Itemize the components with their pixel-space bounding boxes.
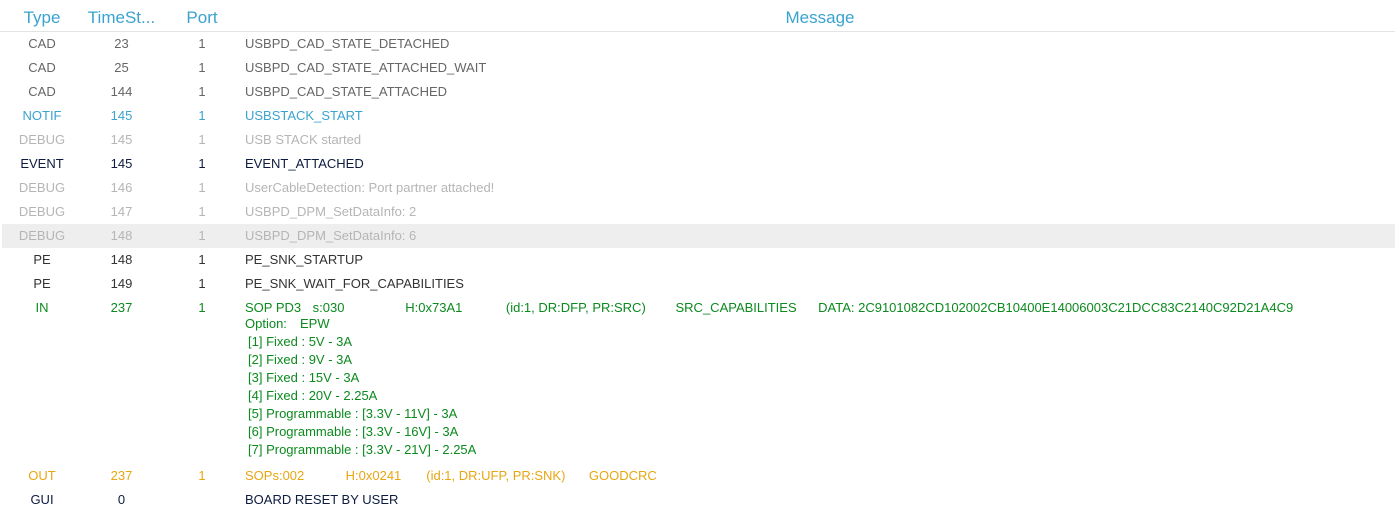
cell-type: DEBUG bbox=[18, 228, 66, 243]
cell-timestamp: 237 bbox=[110, 468, 133, 483]
msg-sop: SOP PD3 bbox=[245, 300, 302, 315]
cell-type: IN bbox=[35, 300, 49, 315]
message-header-line: SOP PD3 s:030 H:0x73A1 (id:1, DR:DFP, PR… bbox=[245, 301, 1293, 315]
cell-message: PE_SNK_STARTUP bbox=[245, 252, 364, 267]
cell-message: BOARD RESET BY USER bbox=[245, 492, 399, 507]
cell-message: SOPs:002 H:0x0241 (id:1, DR:UFP, PR:SNK)… bbox=[245, 469, 657, 483]
cell-type: EVENT bbox=[20, 156, 64, 171]
cell-port: 1 bbox=[198, 156, 206, 171]
cell-type: CAD bbox=[28, 36, 56, 51]
option-line: Option: EPW bbox=[245, 315, 1293, 333]
option-label: Option: bbox=[245, 316, 287, 331]
table-row-selected[interactable]: DEBUG 148 1 USBPD_DPM_SetDataInfo: 6 bbox=[2, 224, 1395, 248]
table-row[interactable]: DEBUG 145 1 USB STACK started bbox=[2, 128, 1395, 152]
table-row[interactable]: DEBUG 146 1 UserCableDetection: Port par… bbox=[2, 176, 1395, 200]
cell-port: 1 bbox=[198, 84, 206, 99]
cell-message: USBSTACK_START bbox=[245, 108, 363, 123]
message-details: Option: EPW [1] Fixed : 5V - 3A [2] Fixed… bbox=[245, 315, 1293, 459]
table-header: Type TimeSt... Port Message bbox=[0, 0, 1395, 32]
cell-type: OUT bbox=[28, 468, 56, 483]
cell-timestamp: 23 bbox=[114, 36, 129, 51]
pdo-item: [6] Programmable : [3.3V - 16V] - 3A bbox=[248, 424, 459, 439]
table-row[interactable]: CAD 23 1 USBPD_CAD_STATE_DETACHED bbox=[2, 32, 1395, 56]
cell-type: DEBUG bbox=[18, 132, 66, 147]
cell-message: USBPD_DPM_SetDataInfo: 2 bbox=[245, 204, 417, 219]
cell-timestamp: 149 bbox=[110, 276, 133, 291]
cell-port: 1 bbox=[198, 300, 206, 315]
cell-port: 1 bbox=[198, 60, 206, 75]
cell-port: 1 bbox=[198, 132, 206, 147]
column-header-type[interactable]: Type bbox=[0, 9, 84, 27]
cell-timestamp: 144 bbox=[110, 84, 133, 99]
log-table-body: CAD 23 1 USBPD_CAD_STATE_DETACHED CAD 25… bbox=[2, 32, 1395, 512]
cell-timestamp: 0 bbox=[117, 492, 126, 507]
table-row[interactable]: PE 149 1 PE_SNK_WAIT_FOR_CAPABILITIES bbox=[2, 272, 1395, 296]
cell-timestamp: 145 bbox=[110, 108, 133, 123]
cell-type: GUI bbox=[30, 492, 54, 507]
pdo-item: [7] Programmable : [3.3V - 21V] - 2.25A bbox=[248, 442, 477, 457]
cell-port: 1 bbox=[198, 228, 206, 243]
msg-type: GOODCRC bbox=[588, 468, 657, 483]
cell-message: USBPD_CAD_STATE_DETACHED bbox=[245, 36, 450, 51]
cell-message: USBPD_CAD_STATE_ATTACHED_WAIT bbox=[245, 60, 487, 75]
cell-message: SOP PD3 s:030 H:0x73A1 (id:1, DR:DFP, PR… bbox=[245, 301, 1293, 459]
cell-timestamp: 146 bbox=[110, 180, 133, 195]
cell-type: CAD bbox=[28, 84, 56, 99]
table-row[interactable]: DEBUG 147 1 USBPD_DPM_SetDataInfo: 2 bbox=[2, 200, 1395, 224]
msg-type: SRC_CAPABILITIES bbox=[675, 300, 797, 315]
pdo-item: [5] Programmable : [3.3V - 11V] - 3A bbox=[248, 406, 458, 421]
cell-message: PE_SNK_WAIT_FOR_CAPABILITIES bbox=[245, 276, 464, 291]
cell-timestamp: 145 bbox=[110, 156, 133, 171]
table-row[interactable]: CAD 25 1 USBPD_CAD_STATE_ATTACHED_WAIT bbox=[2, 56, 1395, 80]
msg-roles: (id:1, DR:DFP, PR:SRC) bbox=[505, 300, 646, 315]
cell-timestamp: 237 bbox=[110, 300, 133, 315]
cell-timestamp: 148 bbox=[110, 228, 133, 243]
cell-port: 1 bbox=[198, 36, 206, 51]
pdo-item: [3] Fixed : 15V - 3A bbox=[248, 370, 360, 385]
cell-message: EVENT_ATTACHED bbox=[245, 156, 364, 171]
table-row[interactable]: CAD 144 1 USBPD_CAD_STATE_ATTACHED bbox=[2, 80, 1395, 104]
cell-timestamp: 145 bbox=[110, 132, 133, 147]
cell-type: DEBUG bbox=[18, 180, 66, 195]
msg-sequence: s:030 bbox=[312, 300, 345, 315]
pdo-item: [4] Fixed : 20V - 2.25A bbox=[248, 388, 378, 403]
cell-type: CAD bbox=[28, 60, 56, 75]
cell-message: UserCableDetection: Port partner attache… bbox=[245, 180, 495, 195]
option-value: EPW bbox=[300, 316, 330, 331]
cell-port: 1 bbox=[198, 204, 206, 219]
pdo-item: [1] Fixed : 5V - 3A bbox=[248, 334, 353, 349]
msg-data: DATA: 2C9101082CD102002CB10400E14006003C… bbox=[818, 300, 1294, 315]
table-row[interactable]: EVENT 145 1 EVENT_ATTACHED bbox=[2, 152, 1395, 176]
cell-type: PE bbox=[33, 252, 51, 267]
msg-header: H:0x73A1 bbox=[405, 300, 463, 315]
table-row[interactable]: GUI 0 BOARD RESET BY USER bbox=[2, 488, 1395, 512]
cell-port: 1 bbox=[198, 108, 206, 123]
column-header-timestamp[interactable]: TimeSt... bbox=[84, 9, 159, 27]
pdo-item: [2] Fixed : 9V - 3A bbox=[248, 352, 353, 367]
table-row[interactable]: NOTIF 145 1 USBSTACK_START bbox=[2, 104, 1395, 128]
cell-type: PE bbox=[33, 276, 51, 291]
cell-port: 1 bbox=[198, 468, 206, 483]
table-row[interactable]: PE 148 1 PE_SNK_STARTUP bbox=[2, 248, 1395, 272]
cell-type: NOTIF bbox=[22, 108, 62, 123]
cell-message: USBPD_CAD_STATE_ATTACHED bbox=[245, 84, 448, 99]
cell-timestamp: 25 bbox=[114, 60, 129, 75]
cell-timestamp: 148 bbox=[110, 252, 133, 267]
column-header-message[interactable]: Message bbox=[245, 9, 1395, 27]
cell-message: USBPD_DPM_SetDataInfo: 6 bbox=[245, 228, 417, 243]
msg-header: H:0x0241 bbox=[345, 468, 402, 483]
cell-message: USB STACK started bbox=[245, 132, 362, 147]
cell-timestamp: 147 bbox=[110, 204, 133, 219]
table-row[interactable]: OUT 237 1 SOPs:002 H:0x0241 (id:1, DR:UF… bbox=[2, 464, 1395, 488]
cell-type: DEBUG bbox=[18, 204, 66, 219]
msg-roles: (id:1, DR:UFP, PR:SNK) bbox=[426, 468, 566, 483]
column-header-port[interactable]: Port bbox=[159, 9, 245, 27]
cell-port: 1 bbox=[198, 252, 206, 267]
msg-sop: SOPs:002 bbox=[245, 468, 305, 483]
cell-port: 1 bbox=[198, 180, 206, 195]
table-row[interactable]: IN 237 1 SOP PD3 s:030 H:0x73A1 (id:1, D… bbox=[2, 296, 1395, 464]
cell-port: 1 bbox=[198, 276, 206, 291]
